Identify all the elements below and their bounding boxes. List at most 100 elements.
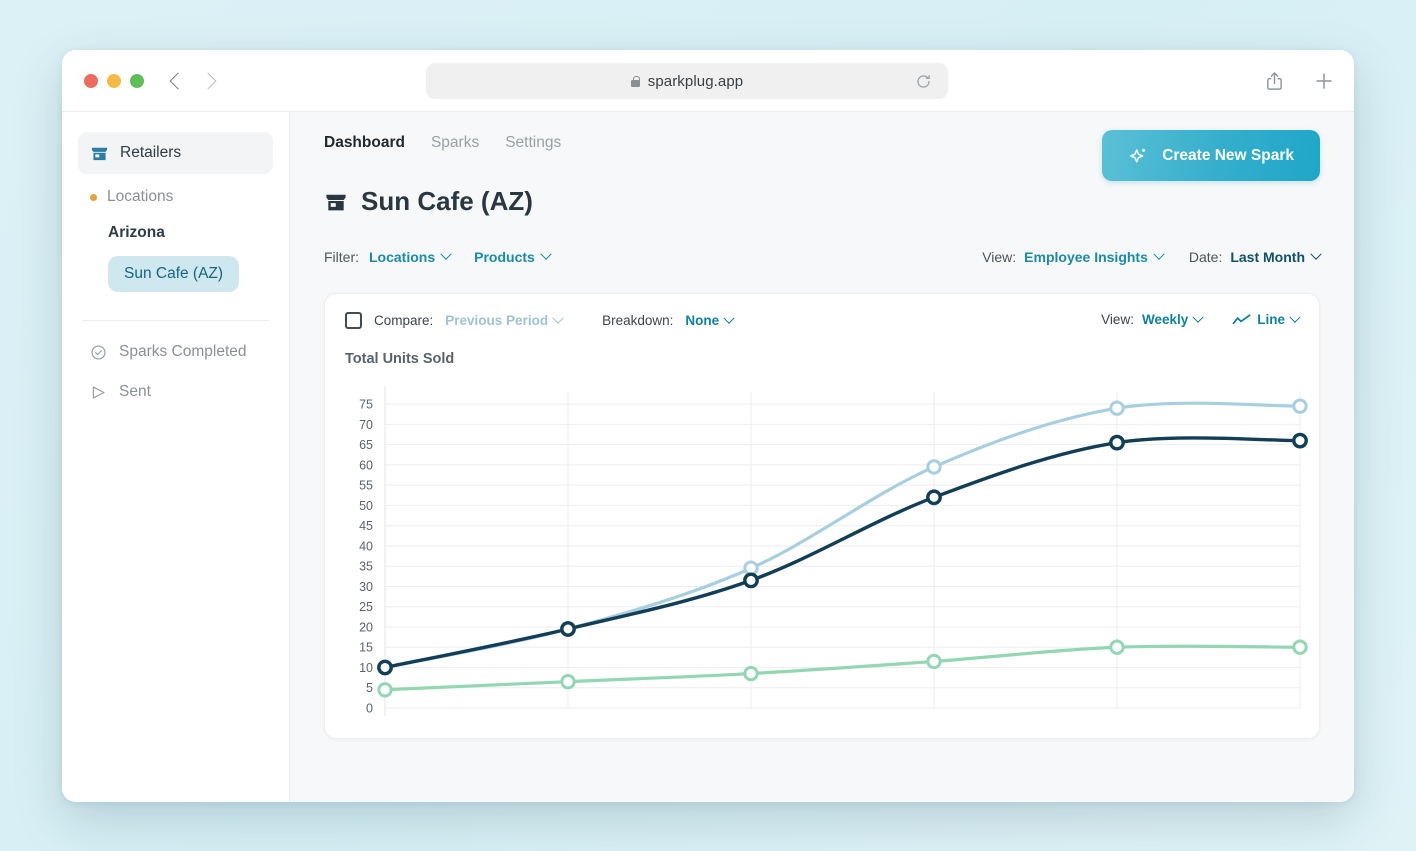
maximize-window-button[interactable] bbox=[130, 73, 144, 88]
line-chart-icon bbox=[1232, 313, 1251, 327]
chart-view-group[interactable]: View: Weekly bbox=[1101, 311, 1204, 327]
y-axis-tick: 75 bbox=[359, 398, 373, 412]
chevron-down-icon bbox=[1153, 248, 1165, 260]
y-axis-tick: 45 bbox=[359, 519, 373, 533]
filter-label: Filter: bbox=[324, 249, 359, 265]
view-filter[interactable]: View: Employee Insights bbox=[982, 248, 1165, 265]
sidebar: Retailers Locations Arizona Sun Cafe (AZ… bbox=[62, 112, 290, 802]
sidebar-item-locations[interactable]: Locations bbox=[78, 188, 273, 206]
page-title: Sun Cafe (AZ) bbox=[324, 186, 1320, 217]
page-title-text: Sun Cafe (AZ) bbox=[361, 186, 533, 216]
chart-type-dropdown[interactable]: Line bbox=[1232, 311, 1301, 327]
filter-bar: Filter: Locations Products View: Employe… bbox=[324, 247, 1322, 267]
sparkle-icon bbox=[1128, 145, 1150, 167]
tab-sparks[interactable]: Sparks bbox=[431, 134, 479, 152]
chart-data-point[interactable] bbox=[743, 572, 759, 589]
chart-title: Total Units Sold bbox=[345, 351, 455, 367]
y-axis-tick: 30 bbox=[359, 580, 373, 594]
chart-data-point[interactable] bbox=[926, 459, 942, 475]
check-circle-icon bbox=[90, 344, 107, 361]
chart-data-point[interactable] bbox=[1109, 434, 1125, 451]
line-chart[interactable]: 0 5 10 15 20 25 30 35 40 45 50 55 60 65 70 75 bbox=[325, 380, 1315, 730]
chart-data-point[interactable] bbox=[560, 673, 576, 690]
y-axis-tick: 15 bbox=[359, 641, 373, 655]
browser-titlebar: sparkplug.app bbox=[62, 50, 1354, 112]
chevron-right-icon[interactable] bbox=[199, 72, 217, 89]
chart-view-value[interactable]: Weekly bbox=[1141, 311, 1204, 327]
create-new-spark-button[interactable]: Create New Spark bbox=[1102, 130, 1320, 181]
y-axis-tick: 35 bbox=[359, 560, 373, 574]
chart-toolbar-right: View: Weekly Line bbox=[1101, 311, 1301, 327]
chart-data-point[interactable] bbox=[926, 489, 942, 506]
main-panel: Dashboard Sparks Settings Create New Spa… bbox=[290, 112, 1354, 802]
y-axis-tick: 40 bbox=[359, 539, 373, 553]
chevron-down-icon bbox=[1310, 248, 1322, 260]
y-axis-tick: 25 bbox=[359, 600, 373, 614]
chevron-left-icon[interactable] bbox=[169, 72, 187, 89]
sidebar-item-sent[interactable]: Sent bbox=[78, 383, 273, 401]
chart-data-point[interactable] bbox=[1109, 639, 1125, 655]
chevron-down-icon bbox=[540, 248, 552, 260]
compare-checkbox[interactable] bbox=[345, 312, 362, 329]
sidebar-item-label: Retailers bbox=[120, 144, 182, 161]
sidebar-region-arizona: Arizona bbox=[108, 224, 165, 241]
view-label: View: bbox=[982, 249, 1017, 265]
y-axis-tick: 50 bbox=[359, 499, 373, 513]
chart-series-line bbox=[383, 436, 1302, 670]
y-axis-tick: 65 bbox=[359, 438, 373, 452]
app-content: Retailers Locations Arizona Sun Cafe (AZ… bbox=[62, 112, 1354, 802]
chart-data-point[interactable] bbox=[377, 682, 393, 698]
chart-series-line bbox=[383, 401, 1302, 670]
address-bar[interactable]: sparkplug.app bbox=[426, 63, 948, 99]
lock-icon bbox=[630, 75, 640, 87]
date-filter[interactable]: Date: Last Month bbox=[1189, 248, 1322, 265]
minimize-window-button[interactable] bbox=[107, 73, 121, 88]
breakdown-label: Breakdown: bbox=[602, 313, 674, 328]
sidebar-item-sparks-completed[interactable]: Sparks Completed bbox=[78, 343, 273, 361]
chart-plot-area: 0 5 10 15 20 25 30 35 40 45 50 55 60 65 70 75 bbox=[325, 380, 1319, 730]
chart-data-point[interactable] bbox=[1292, 398, 1308, 414]
chevron-down-icon bbox=[552, 312, 564, 324]
filter-locations-label: Locations bbox=[369, 249, 436, 265]
plus-icon[interactable] bbox=[1314, 71, 1334, 91]
chart-data-point[interactable] bbox=[560, 621, 576, 637]
y-axis-tick: 70 bbox=[359, 418, 373, 432]
y-axis-tick: 0 bbox=[366, 702, 373, 716]
share-icon[interactable] bbox=[1265, 71, 1284, 92]
chart-data-point[interactable] bbox=[743, 665, 759, 682]
view-value-label: Employee Insights bbox=[1024, 249, 1148, 265]
store-icon bbox=[324, 190, 348, 214]
date-value-label: Last Month bbox=[1230, 249, 1305, 265]
compare-value-dropdown[interactable]: Previous Period bbox=[445, 312, 564, 328]
sidebar-item-label: Sparks Completed bbox=[119, 343, 247, 360]
tab-settings[interactable]: Settings bbox=[505, 134, 561, 152]
chevron-down-icon bbox=[1289, 311, 1301, 323]
chart-view-value-label: Weekly bbox=[1141, 312, 1189, 327]
store-icon bbox=[90, 144, 109, 163]
close-window-button[interactable] bbox=[84, 73, 98, 88]
view-value[interactable]: Employee Insights bbox=[1024, 248, 1165, 265]
window-controls bbox=[84, 73, 144, 88]
sidebar-item-retailers[interactable]: Retailers bbox=[78, 132, 273, 174]
browser-actions bbox=[1265, 50, 1334, 112]
chart-data-point[interactable] bbox=[1109, 400, 1125, 416]
breakdown-value-dropdown[interactable]: None bbox=[685, 312, 735, 328]
chart-card: Compare: Previous Period Breakdown: None bbox=[324, 293, 1320, 739]
url-text: sparkplug.app bbox=[647, 72, 744, 90]
tab-dashboard[interactable]: Dashboard bbox=[324, 134, 405, 152]
compare-value-label: Previous Period bbox=[445, 313, 549, 328]
filter-locations-dropdown[interactable]: Locations bbox=[369, 248, 452, 265]
reload-icon[interactable] bbox=[915, 73, 932, 90]
date-value[interactable]: Last Month bbox=[1230, 248, 1322, 265]
sidebar-item-sun-cafe[interactable]: Sun Cafe (AZ) bbox=[108, 256, 240, 292]
filter-products-dropdown[interactable]: Products bbox=[474, 248, 552, 265]
chart-type-label: Line bbox=[1257, 312, 1285, 327]
chart-data-point[interactable] bbox=[377, 659, 393, 676]
dot-icon bbox=[90, 193, 97, 201]
chevron-down-icon bbox=[1192, 311, 1204, 323]
chart-data-point[interactable] bbox=[1292, 639, 1308, 655]
filter-bar-right: View: Employee Insights Date: Last Month bbox=[982, 248, 1322, 265]
url-display: sparkplug.app bbox=[630, 72, 744, 90]
chart-data-point[interactable] bbox=[926, 653, 942, 670]
chart-data-point[interactable] bbox=[1292, 432, 1308, 449]
